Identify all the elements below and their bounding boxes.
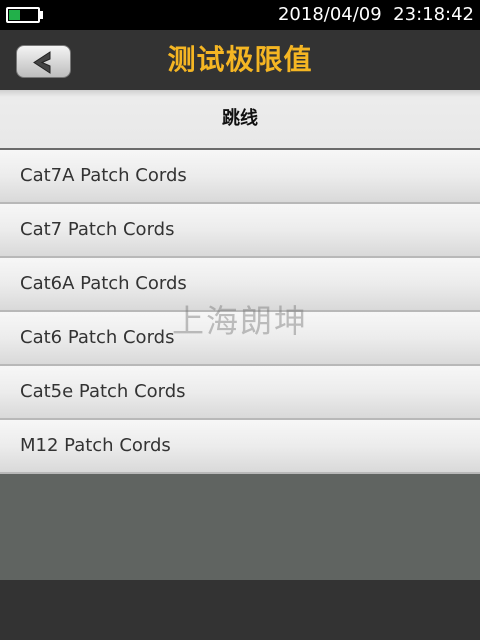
list-item-label: Cat6A Patch Cords: [20, 273, 187, 294]
list-area: 跳线 Cat7A Patch Cords Cat7 Patch Cords Ca…: [0, 90, 480, 580]
battery-tip: [40, 11, 43, 19]
list-item-cat5e[interactable]: Cat5e Patch Cords: [0, 366, 480, 420]
page-title: 测试极限值: [167, 43, 313, 76]
list-item-cat7a[interactable]: Cat7A Patch Cords: [0, 150, 480, 204]
battery-icon: [6, 7, 40, 23]
list-item-m12[interactable]: M12 Patch Cords: [0, 420, 480, 474]
list-item-label: Cat7A Patch Cords: [20, 165, 187, 186]
status-bar: 2018/04/09 23:18:42: [0, 0, 480, 30]
list-item-cat6[interactable]: Cat6 Patch Cords: [0, 312, 480, 366]
battery-level-fill: [9, 10, 20, 20]
title-bar: 测试极限值: [0, 30, 480, 90]
list-item-label: Cat7 Patch Cords: [20, 219, 175, 240]
list-item-label: M12 Patch Cords: [20, 435, 171, 456]
list-item-label: Cat5e Patch Cords: [20, 381, 186, 402]
device-screen: 2018/04/09 23:18:42 测试极限值 跳线 Cat7A Patch…: [0, 0, 480, 640]
section-header: 跳线: [0, 90, 480, 148]
list-item-cat6a[interactable]: Cat6A Patch Cords: [0, 258, 480, 312]
list-item-cat7[interactable]: Cat7 Patch Cords: [0, 204, 480, 258]
bottom-bar: [0, 580, 480, 640]
datetime: 2018/04/09 23:18:42: [277, 4, 474, 25]
list-item-label: Cat6 Patch Cords: [20, 327, 175, 348]
